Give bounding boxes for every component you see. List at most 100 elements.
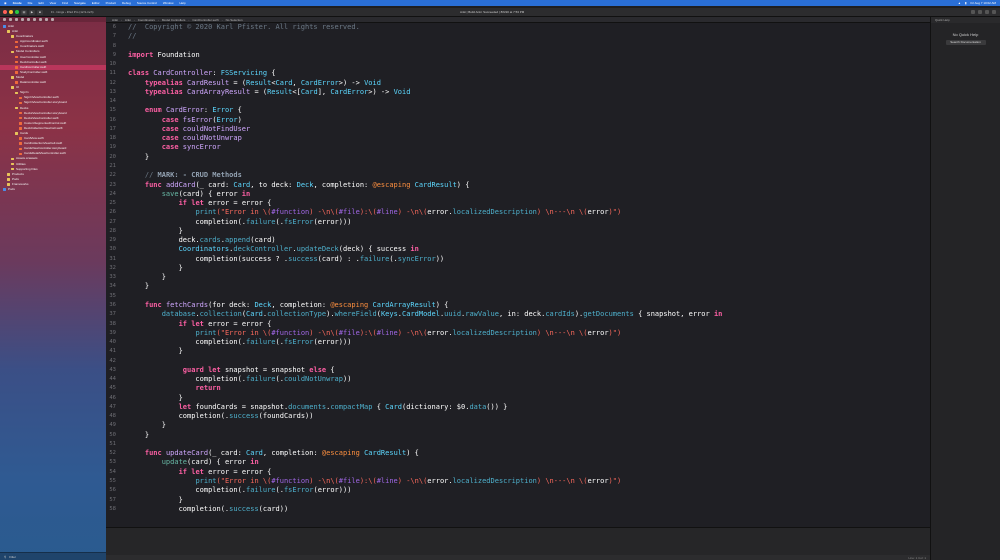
line-number[interactable]: 50 [106,431,128,440]
line-number[interactable]: 17 [106,125,128,134]
line-number[interactable]: 38 [106,320,128,329]
line-number[interactable]: 39 [106,329,128,338]
scheme-selector[interactable]: Fl...rnings › iPad Pro (12.9-inch) [51,10,94,14]
run-button[interactable]: ▶ [29,9,35,15]
report-icon[interactable] [51,18,54,21]
menu-item-navigate[interactable]: Navigate [74,1,86,5]
search-icon[interactable] [21,18,24,21]
line-number[interactable]: 35 [106,292,128,301]
inspector-header[interactable]: Quick Help [931,17,1000,23]
menu-clock[interactable]: Fri Aug 7 10:02 AM [970,1,996,5]
line-number[interactable]: 15 [106,106,128,115]
line-number[interactable]: 32 [106,264,128,273]
line-number[interactable]: 18 [106,134,128,143]
navigator-item[interactable]: Pods [0,187,106,192]
line-number[interactable]: 48 [106,412,128,421]
toggle-inspector-button[interactable] [992,10,996,14]
source-control-icon[interactable] [9,18,12,21]
zoom-window-button[interactable] [15,10,19,14]
line-number[interactable]: 24 [106,190,128,199]
line-number[interactable]: 34 [106,282,128,291]
line-number[interactable]: 11 [106,69,128,78]
line-number[interactable]: 22 [106,171,128,180]
menu-item-product[interactable]: Product [106,1,116,5]
line-number[interactable]: 29 [106,236,128,245]
test-icon[interactable] [33,18,36,21]
menu-item-file[interactable]: File [28,1,33,5]
breadcrumb-item[interactable]: Anki [125,18,131,22]
battery-icon[interactable]: ▮ [965,1,967,5]
line-number[interactable]: 51 [106,440,128,449]
line-number[interactable]: 58 [106,505,128,514]
line-number[interactable]: 28 [106,227,128,236]
line-number[interactable]: 44 [106,375,128,384]
line-number[interactable]: 46 [106,394,128,403]
line-number[interactable]: 41 [106,347,128,356]
breadcrumb-item[interactable]: Coordinators [138,18,155,22]
line-number[interactable]: 33 [106,273,128,282]
close-window-button[interactable] [3,10,7,14]
line-number[interactable]: 30 [106,245,128,254]
line-number[interactable]: 16 [106,116,128,125]
line-number[interactable]: 19 [106,143,128,152]
line-number[interactable]: 40 [106,338,128,347]
line-number[interactable]: 57 [106,496,128,505]
folder-icon[interactable] [3,18,6,21]
line-number[interactable]: 8 [106,42,128,51]
line-number[interactable]: 12 [106,79,128,88]
line-number[interactable]: 37 [106,310,128,319]
breadcrumb-item[interactable]: No Selection [226,18,243,22]
line-number[interactable]: 10 [106,60,128,69]
menu-item-debug[interactable]: Debug [122,1,131,5]
line-number[interactable]: 54 [106,468,128,477]
line-number[interactable]: 52 [106,449,128,458]
code-review-button[interactable] [978,10,982,14]
breakpoint-icon[interactable] [45,18,48,21]
minimize-window-button[interactable] [9,10,13,14]
line-number[interactable]: 7 [106,32,128,41]
line-number[interactable]: 43 [106,366,128,375]
line-number[interactable]: 21 [106,162,128,171]
navigator-filter[interactable]: ⚲ Filter [0,552,106,560]
line-number[interactable]: 47 [106,403,128,412]
line-number[interactable]: 9 [106,51,128,60]
apple-icon[interactable]: ◉ [4,1,7,5]
toggle-navigator-button[interactable]: ▤ [21,9,27,15]
menu-item-view[interactable]: View [50,1,56,5]
debug-icon[interactable] [39,18,42,21]
line-number[interactable]: 6 [106,23,128,32]
breadcrumb-item[interactable]: Model Controllers [162,18,186,22]
line-number[interactable]: 27 [106,218,128,227]
library-button[interactable] [971,10,975,14]
menu-item-source-control[interactable]: Source Control [137,1,157,5]
filter-input[interactable]: Filter [9,555,16,559]
line-number[interactable]: 13 [106,88,128,97]
line-number[interactable]: 25 [106,199,128,208]
line-number[interactable]: 20 [106,153,128,162]
search-documentation-button[interactable]: Search Documentation [945,40,986,45]
stop-button[interactable]: ■ [37,9,43,15]
line-number[interactable]: 49 [106,421,128,430]
line-number[interactable]: 53 [106,458,128,467]
wifi-icon[interactable]: ▲ [958,1,961,5]
line-number[interactable]: 23 [106,181,128,190]
symbol-icon[interactable] [15,18,18,21]
line-number[interactable]: 55 [106,477,128,486]
menu-item-window[interactable]: Window [163,1,174,5]
line-number[interactable]: 36 [106,301,128,310]
code-area[interactable]: 6// Copyright © 2020 Karl Pfister. All r… [106,23,930,527]
line-number[interactable]: 31 [106,255,128,264]
line-number[interactable]: 56 [106,486,128,495]
warning-icon[interactable] [27,18,30,21]
line-number[interactable]: 26 [106,208,128,217]
menu-item-edit[interactable]: Edit [38,1,43,5]
breadcrumb-item[interactable]: CardController.swift [192,18,218,22]
line-number[interactable]: 45 [106,384,128,393]
menu-item-help[interactable]: Help [180,1,186,5]
line-number[interactable]: 42 [106,357,128,366]
toggle-debug-area-button[interactable] [985,10,989,14]
line-number[interactable]: 14 [106,97,128,106]
menu-item-xcode[interactable]: Xcode [13,1,22,5]
menu-item-find[interactable]: Find [62,1,68,5]
breadcrumb-item[interactable]: Anki [112,18,118,22]
